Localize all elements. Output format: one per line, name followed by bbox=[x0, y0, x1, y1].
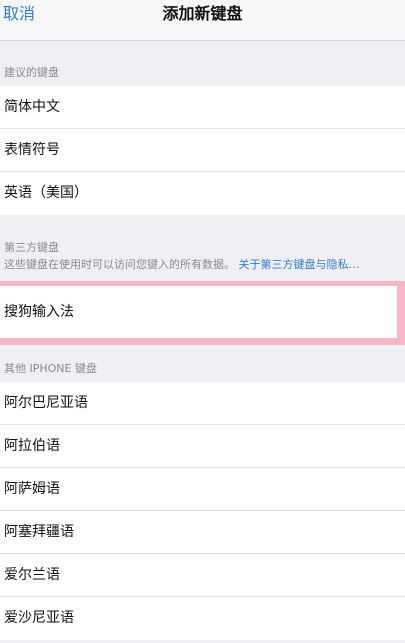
keyboard-item-albanian[interactable]: 阿尔巴尼亚语 bbox=[0, 382, 405, 425]
other-keyboard-list: 阿尔巴尼亚语 阿拉伯语 阿萨姆语 阿塞拜疆语 爱尔兰语 爱沙尼亚语 bbox=[0, 382, 405, 640]
third-party-privacy-link[interactable]: 关于第三方键盘与隐私… bbox=[239, 258, 360, 271]
keyboard-item-azerbaijani[interactable]: 阿塞拜疆语 bbox=[0, 511, 405, 554]
section-header-other: 其他 IPHONE 键盘 bbox=[4, 362, 97, 375]
keyboard-item-sogou[interactable]: 搜狗输入法 bbox=[4, 286, 74, 338]
third-party-description-text: 这些键盘在使用时可以访问您键入的所有数据。 bbox=[4, 258, 235, 271]
keyboard-item-simplified-chinese[interactable]: 简体中文 bbox=[0, 86, 405, 129]
section-header-third-party: 第三方键盘 bbox=[4, 241, 59, 254]
suggested-keyboard-list: 简体中文 表情符号 英语（美国） bbox=[0, 86, 405, 215]
third-party-description: 这些键盘在使用时可以访问您键入的所有数据。 关于第三方键盘与隐私… bbox=[4, 257, 399, 272]
keyboard-item-irish[interactable]: 爱尔兰语 bbox=[0, 554, 405, 597]
section-header-suggested: 建议的键盘 bbox=[4, 66, 59, 79]
keyboard-item-estonian[interactable]: 爱沙尼亚语 bbox=[0, 597, 405, 640]
keyboard-item-arabic[interactable]: 阿拉伯语 bbox=[0, 425, 405, 468]
keyboard-item-english-us[interactable]: 英语（美国） bbox=[0, 172, 405, 215]
nav-bar: 取消 添加新键盘 bbox=[0, 0, 405, 41]
page-title: 添加新键盘 bbox=[162, 4, 243, 23]
keyboard-item-assamese[interactable]: 阿萨姆语 bbox=[0, 468, 405, 511]
keyboard-item-emoji[interactable]: 表情符号 bbox=[0, 129, 405, 172]
